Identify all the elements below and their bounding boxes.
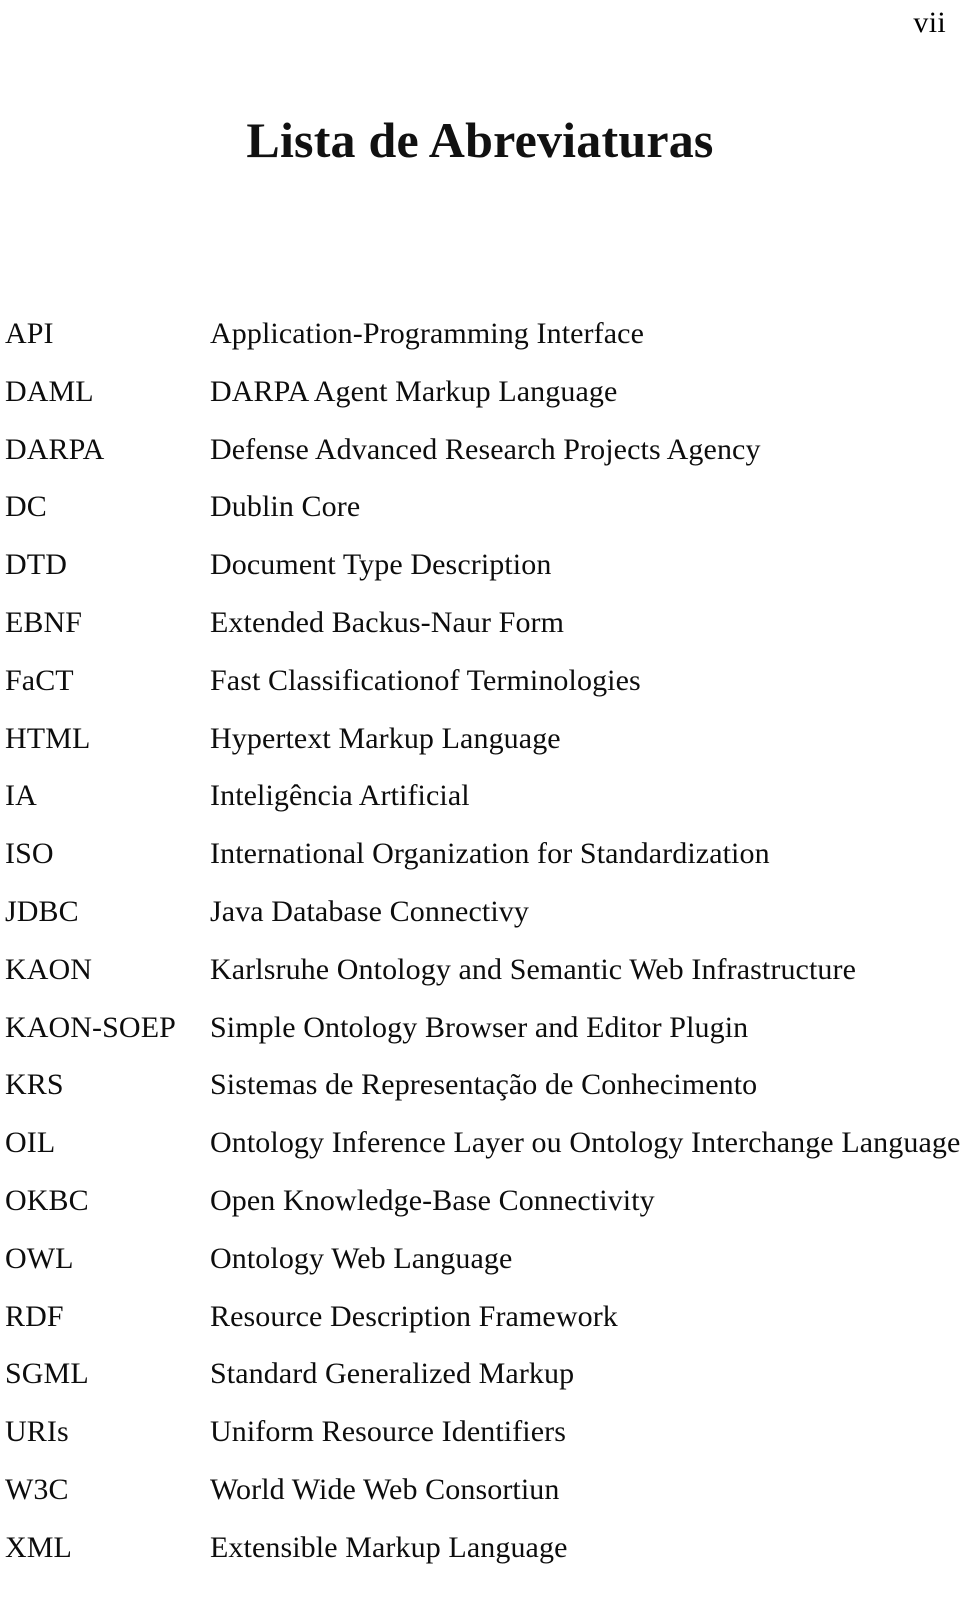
page-title: Lista de Abreviaturas [246,111,714,168]
abbreviation-term: DAML [5,374,94,408]
abbreviation-definition: Ontology Inference Layer ou Ontology Int… [210,1126,960,1160]
page-number: vii [913,6,946,39]
abbreviation-term: RDF [5,1299,64,1333]
abbreviation-term: IA [5,779,37,813]
abbreviation-definition: Resource Description Framework [210,1299,618,1333]
abbreviation-definition: Standard Generalized Markup [210,1357,575,1391]
abbreviation-definition: Fast Classificationof Terminologies [210,663,641,697]
abbreviation-term: FaCT [5,663,74,697]
abbreviation-term: EBNF [5,605,83,639]
abbreviation-term: KRS [5,1068,64,1102]
abbreviation-row: KAON-SOEP Simple Ontology Browser and Edi… [0,1010,960,1070]
abbreviation-definition: DARPA Agent Markup Language [210,374,618,408]
abbreviation-row: FaCT Fast Classificationof Terminologies [0,663,960,723]
abbreviation-row: URIs Uniform Resource Identifiers [0,1416,960,1474]
abbreviation-row: JDBC Java Database Connectivy [0,894,960,954]
abbreviation-definition: Extensible Markup Language [210,1530,568,1564]
abbreviation-definition: Hypertext Markup Language [210,721,561,755]
abbreviation-definition: Application-Programming Interface [210,317,644,350]
abbreviation-term: KAON [5,952,93,986]
abbreviation-row: RDF Resource Description Framework [0,1299,960,1359]
abbreviation-term: SGML [5,1357,89,1391]
abbreviation-row: API Application-Programming Interface [0,318,960,376]
abbreviation-term: DC [5,490,47,524]
abbreviation-row: DTD Document Type Description [0,549,960,607]
abbreviation-row: OWL Ontology Web Language [0,1241,960,1301]
abbreviation-row: ISO International Organization for Standa… [0,838,960,896]
abbreviation-definition: Sistemas de Representação de Conheciment… [210,1068,758,1102]
abbreviation-term: XML [5,1530,72,1564]
abbreviation-row: OKBC Open Knowledge-Base Connectivity [0,1183,960,1243]
document-page: vii Lista de Abreviaturas API Application… [0,0,960,1597]
abbreviation-list: API Application-Programming Interface DAML… [0,318,960,1590]
abbreviation-row: KRS Sistemas de Representação de Conhecim… [0,1069,960,1127]
abbreviation-definition: World Wide Web Consortiun [210,1472,560,1506]
abbreviation-row: HTML Hypertext Markup Language [0,721,960,781]
abbreviation-term: KAON-SOEP [5,1010,176,1044]
abbreviation-definition: Simple Ontology Browser and Editor Plugi… [210,1010,749,1044]
abbreviation-term: OWL [5,1241,74,1275]
abbreviation-definition: Document Type Description [210,548,552,582]
abbreviation-term: OIL [5,1126,56,1160]
abbreviation-definition: Dublin Core [210,490,361,524]
abbreviation-term: HTML [5,721,91,755]
abbreviation-row: XML Extensible Markup Language [0,1530,960,1590]
abbreviation-row: SGML Standard Generalized Markup [0,1358,960,1416]
abbreviation-term: ISO [5,837,54,871]
abbreviation-definition: Extended Backus-Naur Form [210,605,565,639]
abbreviation-definition: Java Database Connectivy [210,894,529,928]
abbreviation-row: KAON Karlsruhe Ontology and Semantic Web … [0,952,960,1012]
abbreviation-definition: Karlsruhe Ontology and Semantic Web Infr… [210,952,857,986]
abbreviation-definition: International Organization for Standardi… [210,837,770,871]
abbreviation-definition: Open Knowledge-Base Connectivity [210,1183,655,1217]
abbreviation-term: W3C [5,1472,69,1506]
abbreviation-definition: Ontology Web Language [210,1241,513,1275]
abbreviation-term: URIs [5,1415,69,1449]
abbreviation-definition: Defense Advanced Research Projects Agenc… [210,432,761,466]
abbreviation-term: DARPA [5,432,105,466]
abbreviation-row: DAML DARPA Agent Markup Language [0,374,960,434]
abbreviation-term: OKBC [5,1183,89,1217]
abbreviation-row: DC Dublin Core [0,491,960,549]
abbreviation-definition: Uniform Resource Identifiers [210,1415,567,1449]
abbreviation-row: EBNF Extended Backus-Naur Form [0,605,960,665]
abbreviation-row: DARPA Defense Advanced Research Projects … [0,432,960,492]
abbreviation-row: W3C World Wide Web Consortiun [0,1472,960,1532]
abbreviation-term: DTD [5,548,67,582]
abbreviation-term: JDBC [5,894,79,928]
abbreviation-row: OIL Ontology Inference Layer ou Ontology … [0,1127,960,1185]
abbreviation-row: IA Inteligência Artificial [0,780,960,838]
abbreviation-definition: Inteligência Artificial [210,779,470,813]
abbreviation-term: API [5,317,54,350]
